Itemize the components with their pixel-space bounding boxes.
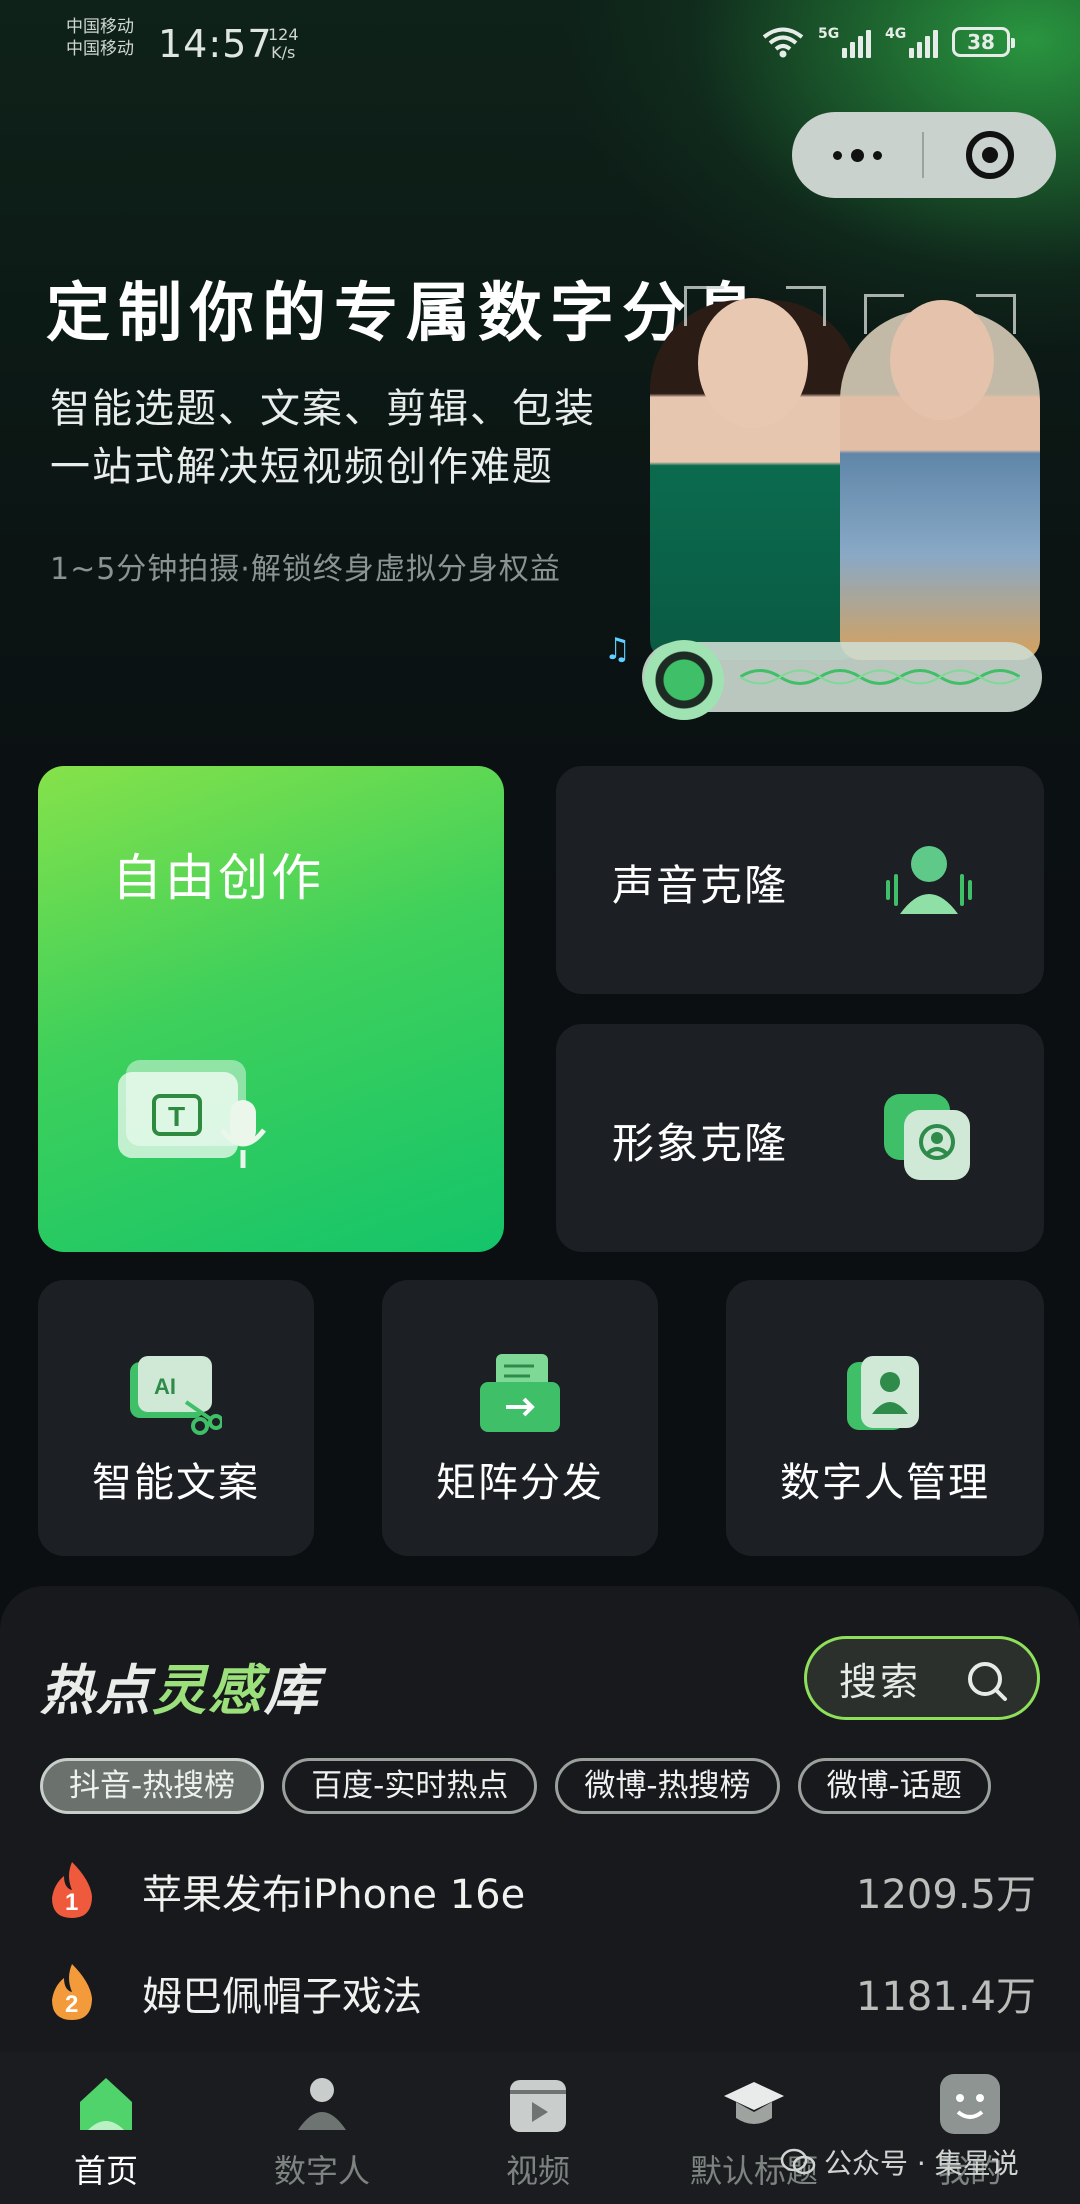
wifi-icon: [762, 27, 804, 58]
home-icon: [80, 2078, 132, 2130]
flame-rank-icon: 2: [52, 1964, 92, 2020]
tabbar-item-default[interactable]: 默认标题: [664, 2072, 844, 2202]
hot-title-part-2: 灵感: [152, 1659, 264, 1722]
flame-rank-icon: 1: [52, 1862, 92, 1918]
digital-mgmt-card[interactable]: 数字人管理: [726, 1280, 1044, 1556]
share-box-icon: [480, 1354, 560, 1432]
avatar-refresh-icon: [884, 1094, 970, 1180]
smart-copy-card[interactable]: AI 智能文案: [38, 1280, 314, 1556]
signal-4g-label: 4G: [885, 26, 907, 42]
digital-avatar-illustration: [640, 280, 1040, 660]
status-icons: 5G 4G 38: [762, 26, 1015, 58]
tab-douyin-hot[interactable]: 抖音-热搜榜: [40, 1758, 265, 1814]
svg-text:AI: AI: [154, 1374, 176, 1399]
hot-section-title: 热点灵感库: [40, 1646, 320, 1725]
net-speed-unit: K/s: [271, 43, 296, 62]
hero-subtitle-line-1: 智能选题、文案、剪辑、包装: [50, 386, 596, 432]
face-scan-corner: [684, 286, 724, 326]
voice-clone-card[interactable]: 声音克隆: [556, 766, 1044, 994]
status-time: 14:57: [158, 22, 273, 66]
hot-title-part-1: 热点: [40, 1659, 152, 1722]
search-button[interactable]: 搜索: [804, 1636, 1040, 1720]
hot-source-tabs: 抖音-热搜榜 百度-实时热点 微博-热搜榜 微博-话题: [40, 1758, 1040, 1816]
hot-item-title: 姆巴佩帽子戏法: [142, 1974, 422, 2020]
image-clone-card[interactable]: 形象克隆: [556, 1024, 1044, 1252]
signal-5g-icon: 5G: [818, 26, 871, 58]
tabbar-label-video: 视频: [505, 2152, 570, 2190]
free-creation-card[interactable]: 自由创作 T: [38, 766, 504, 1252]
image-clone-label: 形象克隆: [612, 1119, 789, 1168]
tabbar-label-digital-human: 数字人: [273, 2152, 370, 2190]
music-disc-icon: [644, 640, 724, 720]
target-icon[interactable]: [924, 131, 1056, 179]
hot-title-part-3: 库: [264, 1659, 320, 1722]
matrix-dist-label: 矩阵分发: [436, 1460, 604, 1506]
wechat-watermark: 公众号 · 集星说: [780, 2142, 1019, 2182]
smiley-face-icon: [940, 2074, 1000, 2134]
hot-item-title: 苹果发布iPhone 16e: [142, 1872, 526, 1918]
hot-inspiration-panel: 热点灵感库 搜索 抖音-热搜榜 百度-实时热点 微博-热搜榜 微博-话题 1 苹果发布…: [0, 1586, 1080, 2066]
voice-person-icon: [886, 846, 972, 914]
wechat-icon: [780, 2148, 816, 2175]
tabbar-label-home: 首页: [73, 2152, 138, 2190]
signal-5g-label: 5G: [818, 26, 840, 42]
person-icon: [298, 2078, 346, 2130]
network-speed: 124 K/s: [268, 26, 299, 62]
tabbar-item-mine[interactable]: 我的: [880, 2072, 1060, 2202]
tabbar-item-digital-human[interactable]: 数字人: [232, 2072, 412, 2202]
net-speed-value: 124: [268, 25, 299, 44]
carrier-line-2: 中国移动: [66, 39, 134, 59]
hot-list-item[interactable]: 1 苹果发布iPhone 16e 1209.5万: [0, 1838, 1080, 1938]
tab-weibo-topic[interactable]: 微博-话题: [797, 1758, 991, 1814]
tabbar-item-home[interactable]: 首页: [16, 2072, 196, 2202]
ai-scissors-icon: AI: [130, 1356, 222, 1435]
carrier-label: 中国移动 中国移动: [66, 16, 134, 60]
hot-list-item[interactable]: 2 姆巴佩帽子戏法 1181.4万: [0, 1940, 1080, 2040]
watermark-text: 公众号 · 集星说: [824, 2147, 1019, 2180]
more-dots-icon[interactable]: [792, 112, 922, 198]
graduation-cap-icon: [724, 2082, 784, 2124]
profile-card-icon: [847, 1356, 919, 1430]
status-bar: 中国移动 中国移动 14:57 124 K/s 5G 4G 38: [0, 0, 1080, 90]
music-note-icon: ♫: [604, 632, 631, 667]
tab-baidu-realtime[interactable]: 百度-实时热点: [282, 1758, 538, 1814]
face-scan-corner: [864, 294, 904, 334]
hero-note: 1~5分钟拍摄·解锁终身虚拟分身权益: [50, 552, 561, 587]
miniprogram-capsule: [792, 112, 1056, 198]
digital-mgmt-label: 数字人管理: [780, 1460, 990, 1506]
battery-icon: 38: [952, 27, 1015, 57]
text-mic-icon: T: [118, 1060, 266, 1168]
svg-text:T: T: [168, 1101, 185, 1132]
video-clapper-icon: [510, 2080, 566, 2132]
search-label: 搜索: [839, 1659, 922, 1704]
face-scan-corner: [976, 294, 1016, 334]
hot-item-count: 1181.4万: [856, 1974, 1036, 2020]
voice-clone-label: 声音克隆: [612, 861, 789, 910]
rank-number: 1: [65, 1889, 78, 1916]
face-scan-corner: [786, 286, 826, 326]
hero-subtitle: 智能选题、文案、剪辑、包装 一站式解决短视频创作难题: [50, 380, 596, 496]
hot-item-count: 1209.5万: [856, 1872, 1036, 1918]
matrix-dist-card[interactable]: 矩阵分发: [382, 1280, 658, 1556]
tab-weibo-hot[interactable]: 微博-热搜榜: [555, 1758, 780, 1814]
hero-subtitle-line-2: 一站式解决短视频创作难题: [50, 444, 554, 490]
rank-number: 2: [65, 1991, 78, 2018]
free-creation-label: 自由创作: [112, 849, 324, 907]
search-icon: [968, 1662, 1007, 1701]
smart-copy-label: 智能文案: [92, 1460, 260, 1506]
carrier-line-1: 中国移动: [66, 17, 134, 37]
signal-4g-icon: 4G: [885, 26, 938, 58]
tabbar-item-video[interactable]: 视频: [448, 2072, 628, 2202]
waveform-icon: [740, 669, 1020, 685]
